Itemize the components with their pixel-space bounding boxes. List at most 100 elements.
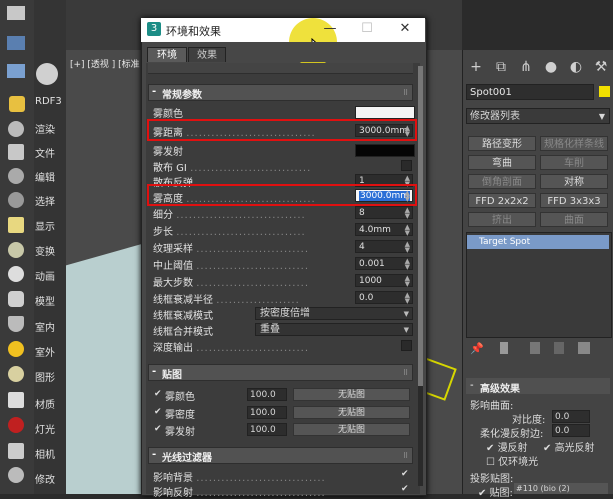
map-checkbox[interactable]: ✔ 贴图:	[478, 484, 513, 499]
spinner-arrows-icon[interactable]: ▲ ▼	[405, 224, 410, 237]
general-params-title: 常规参数	[162, 90, 202, 101]
affect-surface-label: 影响曲面:	[470, 401, 514, 412]
affect-background-checkbox[interactable]: ✔	[401, 469, 409, 479]
sidemenu-item-light[interactable]: 灯光	[35, 421, 55, 436]
create-tab-icon[interactable]: +	[467, 58, 485, 76]
fog-emission-map-button[interactable]: 无贴图	[293, 423, 410, 436]
contrast-spinner[interactable]: 0.0	[552, 410, 590, 423]
spinner-arrows-icon[interactable]: ▲ ▼	[405, 207, 410, 220]
viewport-label[interactable]: [+] [透视 ] [标准	[70, 57, 140, 70]
configure-sets-icon[interactable]	[578, 342, 590, 354]
soften-diffuse-edge-spinner[interactable]: 0.0	[552, 424, 590, 437]
minimize-icon[interactable]: —	[320, 20, 340, 38]
make-unique-icon[interactable]	[530, 342, 540, 354]
interior-icon	[8, 316, 24, 332]
hierarchy-tab-icon[interactable]: ⋔	[517, 58, 535, 76]
remove-modifier-icon[interactable]	[554, 342, 564, 354]
sidemenu-item-transform[interactable]: 变换	[35, 243, 55, 258]
toolbar-icon[interactable]	[7, 64, 25, 78]
sidemenu-item-camera[interactable]: 相机	[35, 446, 55, 461]
wire-falloff-mode-dropdown[interactable]: 按密度倍增 ▼	[255, 307, 413, 320]
step-size-spinner[interactable]: 4.0mm ▲ ▼	[355, 223, 413, 237]
modifier-list-dropdown[interactable]: 修改器列表 ▼	[466, 108, 610, 124]
fog-density-map-button[interactable]: 无贴图	[293, 406, 410, 419]
sidemenu-item-render[interactable]: 渲染	[35, 121, 55, 136]
object-color-swatch[interactable]	[599, 86, 610, 97]
ambient-only-checkbox[interactable]: ☐ 仅环境光	[486, 453, 538, 468]
spinner-arrows-icon[interactable]: ▲ ▼	[405, 258, 410, 271]
chevron-down-icon: ▼	[403, 326, 409, 334]
mod-button-bend[interactable]: 弯曲	[468, 155, 536, 170]
sidemenu-item-animation[interactable]: 动画	[35, 268, 55, 283]
step-size-label: 步长 ...............................	[153, 227, 306, 238]
scatter-gi-checkbox[interactable]	[401, 160, 412, 171]
sidemenu-item-file[interactable]: 文件	[35, 145, 55, 160]
sidemenu-item-edit[interactable]: 编辑	[35, 169, 55, 184]
fog-emission-swatch[interactable]	[355, 144, 415, 157]
specular-checkbox[interactable]: ✔ 高光反射	[543, 439, 595, 454]
fog-emission-map-checkbox[interactable]: ✔	[154, 424, 162, 434]
fog-emission-map-amount[interactable]: 100.0	[247, 423, 287, 436]
object-name-field[interactable]: Spot001	[466, 84, 594, 100]
utilities-tab-icon[interactable]: ⚒	[592, 58, 610, 76]
light-icon	[8, 417, 24, 433]
wire-blend-mode-dropdown[interactable]: 重叠 ▼	[255, 323, 413, 336]
sidemenu-item-modify[interactable]: 修改	[35, 471, 55, 486]
wire-falloff-radius-spinner[interactable]: 0.0 ▲ ▼	[355, 291, 413, 305]
cutoff-threshold-spinner[interactable]: 0.001 ▲ ▼	[355, 257, 413, 271]
spinner-arrows-icon[interactable]: ▲ ▼	[405, 241, 410, 254]
fog-density-map-amount[interactable]: 100.0	[247, 406, 287, 419]
depth-output-checkbox[interactable]	[401, 340, 412, 351]
sidemenu-item-material[interactable]: 材质	[35, 396, 55, 411]
mod-button-normalize-spline[interactable]: 规格化样条线	[540, 136, 608, 151]
sidemenu-item-interior[interactable]: 室内	[35, 319, 55, 334]
spinner-arrows-icon[interactable]: ▲ ▼	[405, 275, 410, 288]
sidemenu-item-select[interactable]: 选择	[35, 193, 55, 208]
texture-samples-spinner[interactable]: 4 ▲ ▼	[355, 240, 413, 254]
mod-button-surface[interactable]: 曲面	[540, 212, 608, 227]
maximize-icon[interactable]: ☐	[357, 20, 377, 38]
mod-button-path-deform[interactable]: 路径变形	[468, 136, 536, 151]
sidemenu-item-exterior[interactable]: 室外	[35, 344, 55, 359]
mod-button-ffd-3x3x3[interactable]: FFD 3x3x3	[540, 193, 608, 208]
ambient-only-label: 仅环境光	[498, 457, 539, 468]
close-icon[interactable]: ✕	[395, 20, 415, 38]
max-steps-label: 最大步数 ...........................	[153, 278, 310, 289]
toolbar-icon[interactable]	[7, 6, 25, 20]
modify-tab-icon[interactable]: ⧉	[492, 58, 510, 76]
sidemenu-item-rdf3[interactable]: RDF3	[35, 96, 62, 107]
tab-effects[interactable]: 效果	[188, 47, 226, 62]
mod-button-lathe[interactable]: 车削	[540, 155, 608, 170]
mod-button-ffd-2x2x2[interactable]: FFD 2x2x2	[468, 193, 536, 208]
projector-map-button[interactable]: #110 (bio (2)	[514, 483, 608, 494]
diffuse-checkbox[interactable]: ✔ 漫反射	[486, 439, 528, 454]
fog-color-map-checkbox[interactable]: ✔	[154, 389, 162, 399]
mod-button-bevel-profile[interactable]: 倒角剖面	[468, 174, 536, 189]
fog-density-map-checkbox[interactable]: ✔	[154, 407, 162, 417]
fog-emission-map-label: 雾发射	[165, 427, 195, 438]
pin-stack-icon[interactable]: 📌	[470, 342, 484, 355]
subdivisions-spinner[interactable]: 8 ▲ ▼	[355, 206, 413, 220]
display-tab-icon[interactable]: ◐	[567, 58, 585, 76]
max-steps-spinner[interactable]: 1000 ▲ ▼	[355, 274, 413, 288]
show-end-result-icon[interactable]	[500, 342, 508, 354]
spinner-arrows-icon[interactable]: ▲ ▼	[405, 292, 410, 305]
sidemenu-item-display[interactable]: 显示	[35, 218, 55, 233]
mod-button-extrude[interactable]: 挤出	[468, 212, 536, 227]
previous-rollout-remnant	[148, 63, 413, 74]
fog-color-map-amount[interactable]: 100.0	[247, 388, 287, 401]
display-icon	[8, 217, 24, 233]
sidemenu-item-shape[interactable]: 图形	[35, 369, 55, 384]
fog-color-map-button[interactable]: 无贴图	[293, 388, 410, 401]
maps-rollout-header[interactable]	[148, 364, 413, 381]
sidemenu-item-model[interactable]: 模型	[35, 293, 55, 308]
mod-button-symmetry[interactable]: 对称	[540, 174, 608, 189]
edit-icon	[8, 168, 24, 184]
affect-reflection-checkbox[interactable]: ✔	[401, 484, 409, 494]
motion-tab-icon[interactable]: ●	[542, 58, 560, 76]
toolbar-icon[interactable]	[7, 36, 25, 50]
modifier-stack-item[interactable]: Target Spot	[467, 235, 609, 249]
fog-color-swatch[interactable]	[355, 106, 415, 119]
scrollbar-thumb[interactable]	[418, 66, 423, 386]
tab-environment[interactable]: 环境	[147, 47, 187, 62]
